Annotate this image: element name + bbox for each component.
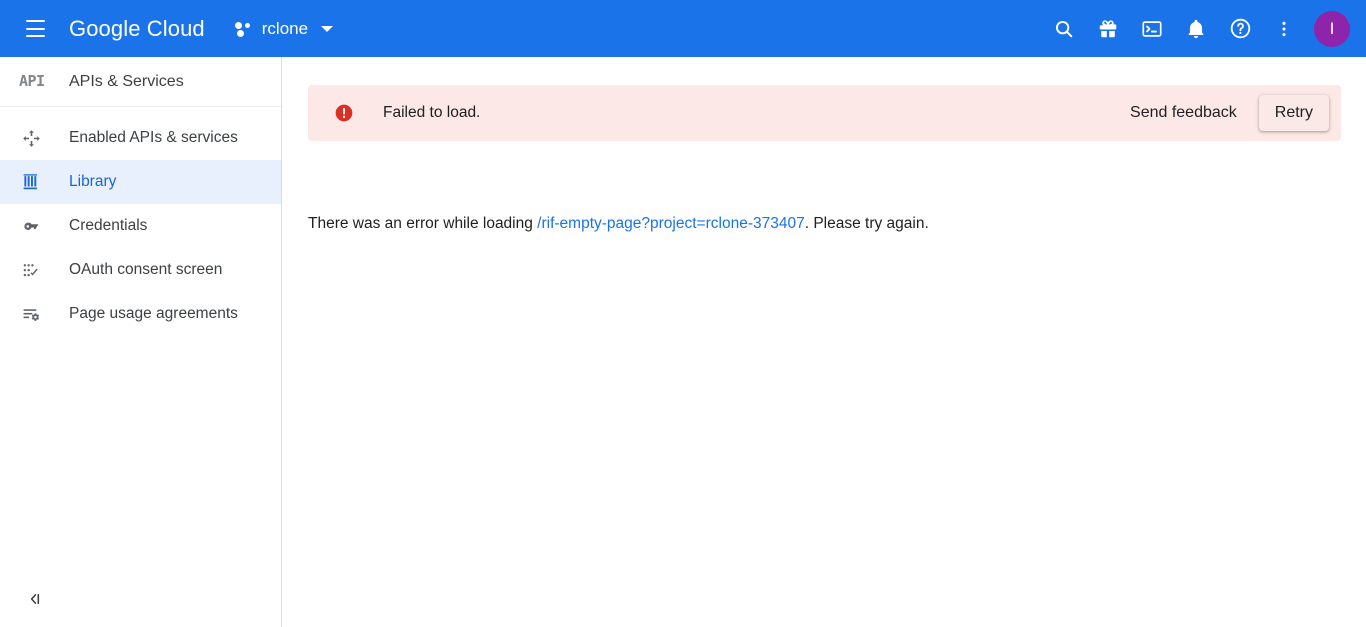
page-title: APIs & Services xyxy=(69,72,184,90)
error-detail-prefix: There was an error while loading xyxy=(308,215,538,232)
error-detail-text: There was an error while loading /rif-em… xyxy=(308,215,929,233)
notifications-bell-icon[interactable] xyxy=(1174,7,1218,51)
error-banner: Failed to load. Send feedback Retry xyxy=(308,85,1341,141)
search-icon[interactable] xyxy=(1042,7,1086,51)
nav-list: Enabled APIs & services Library Credenti… xyxy=(0,107,281,336)
sidebar-item-label: Library xyxy=(69,173,117,190)
error-detail-link[interactable]: /rif-empty-page?project=rclone-373407 xyxy=(537,215,805,232)
sidebar-item-oauth-consent-screen[interactable]: OAuth consent screen xyxy=(0,248,281,292)
cloud-shell-icon[interactable] xyxy=(1130,7,1174,51)
top-bar-actions: I xyxy=(1042,7,1366,51)
send-feedback-link[interactable]: Send feedback xyxy=(1126,98,1241,128)
chevron-down-icon xyxy=(321,25,334,32)
hamburger-line xyxy=(25,27,45,30)
sidebar-item-label: Enabled APIs & services xyxy=(69,129,238,146)
avatar[interactable]: I xyxy=(1314,10,1350,47)
sidebar-item-credentials[interactable]: Credentials xyxy=(0,204,281,248)
hamburger-menu-icon[interactable] xyxy=(11,5,59,53)
hamburger-line xyxy=(25,34,45,37)
main-content: Failed to load. Send feedback Retry Ther… xyxy=(283,57,1366,627)
top-app-bar: Google Cloud rclone I xyxy=(0,0,1366,57)
project-dots-icon xyxy=(234,20,253,38)
gift-icon[interactable] xyxy=(1086,7,1130,51)
oauth-consent-icon xyxy=(19,261,43,280)
sidebar-header: API APIs & Services xyxy=(0,57,281,107)
left-navigation-panel: API APIs & Services Enabled APIs & servi… xyxy=(0,57,282,627)
sidebar-item-page-usage-agreements[interactable]: Page usage agreements xyxy=(0,292,281,336)
sidebar-item-label: Page usage agreements xyxy=(69,305,238,322)
error-circle-icon xyxy=(334,103,354,123)
sidebar-item-label: OAuth consent screen xyxy=(69,261,223,278)
library-icon xyxy=(19,173,43,192)
banner-message: Failed to load. xyxy=(383,104,481,121)
project-selector[interactable]: rclone xyxy=(231,12,339,46)
sidebar-item-label: Credentials xyxy=(69,217,148,234)
banner-actions: Send feedback Retry xyxy=(1126,95,1329,131)
collapse-panel-icon[interactable] xyxy=(20,584,50,614)
page-usage-icon xyxy=(19,305,43,324)
sidebar-item-enabled-apis[interactable]: Enabled APIs & services xyxy=(0,116,281,160)
sidebar-item-library[interactable]: Library xyxy=(0,160,281,204)
project-name-label: rclone xyxy=(261,18,309,38)
key-icon xyxy=(19,217,43,236)
retry-button[interactable]: Retry xyxy=(1258,95,1329,131)
error-detail-suffix: . Please try again. xyxy=(804,215,929,232)
help-icon[interactable] xyxy=(1218,7,1262,51)
hamburger-line xyxy=(25,20,45,23)
product-logo-text[interactable]: Google Cloud xyxy=(69,16,205,42)
more-vert-icon[interactable] xyxy=(1262,7,1306,51)
enabled-apis-icon xyxy=(19,129,43,148)
api-logo-icon: API xyxy=(19,72,45,90)
